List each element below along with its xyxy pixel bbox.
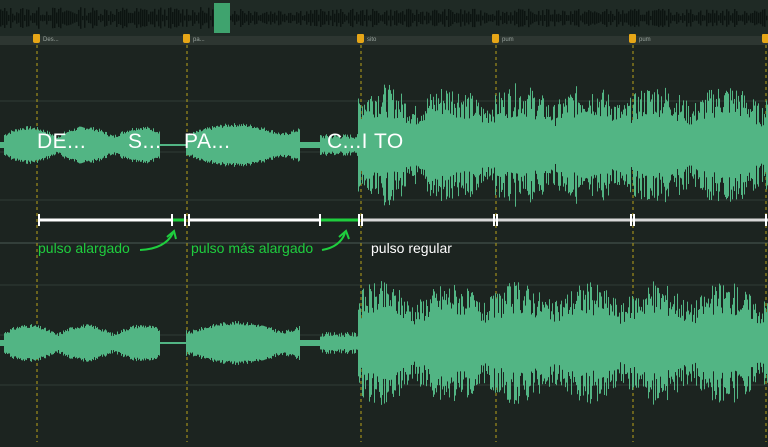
marker-ruler[interactable] <box>0 36 768 45</box>
waveform-overview[interactable] <box>0 0 768 36</box>
marker-flag[interactable] <box>629 34 636 43</box>
marker-label: sito <box>367 37 377 43</box>
syllable-label: S... <box>128 130 162 153</box>
marker-flag[interactable] <box>33 34 40 43</box>
pulse-timeline <box>38 214 768 226</box>
syllable-label: DE... <box>37 130 87 153</box>
syllable-label: C...I TO <box>327 130 404 153</box>
waveform-channel-right <box>0 281 768 405</box>
marker-flag[interactable] <box>492 34 499 43</box>
marker-label: pum <box>502 37 514 43</box>
syllable-label: PA... <box>184 130 231 153</box>
overview-svg <box>0 0 768 36</box>
marker-label: pum <box>639 37 651 43</box>
annotation-pulse-long: pulso alargado <box>38 240 130 256</box>
marker-flag[interactable] <box>762 34 768 43</box>
annotation-pulse-regular: pulso regular <box>371 240 452 256</box>
annotation-pulse-longer: pulso más alargado <box>191 240 314 256</box>
marker-label: pa... <box>193 37 205 43</box>
marker-label: Des... <box>43 37 59 43</box>
marker-flag[interactable] <box>183 34 190 43</box>
marker-flag[interactable] <box>357 34 364 43</box>
overview-viewport-handle[interactable] <box>214 3 230 33</box>
